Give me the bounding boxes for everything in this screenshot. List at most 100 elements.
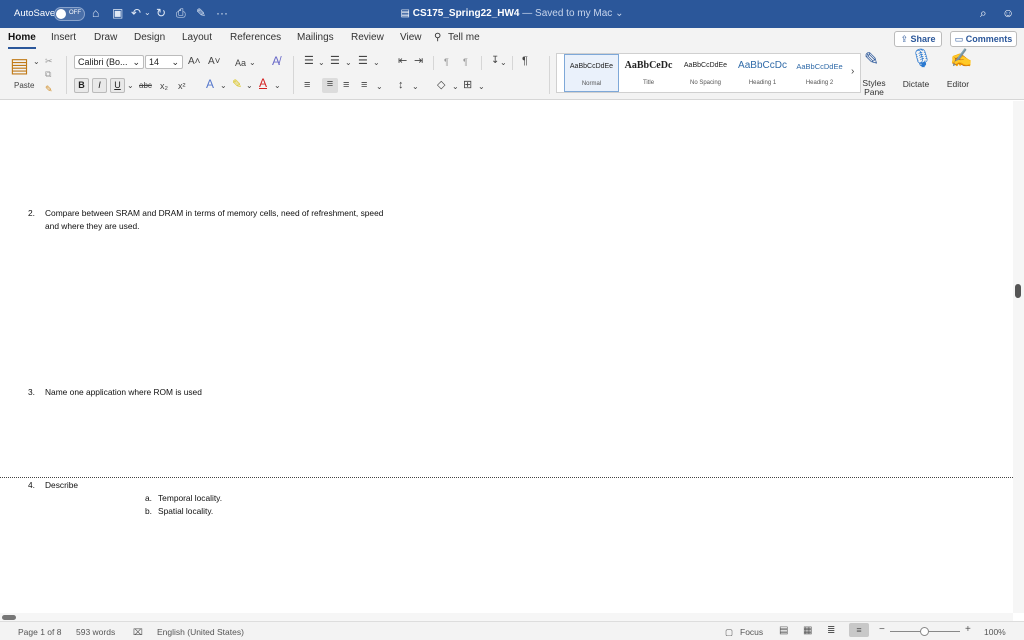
change-case-button[interactable]: Aa (235, 57, 246, 69)
dictate-label[interactable]: Dictate (900, 79, 932, 89)
styles-pane-icon[interactable]: ✎ (864, 50, 879, 68)
copy-icon[interactable]: ⧉ (45, 68, 51, 80)
sort-icon[interactable]: ↧ (491, 55, 499, 67)
tab-review[interactable]: Review (351, 32, 384, 43)
web-layout-icon[interactable]: ≣ (827, 625, 835, 636)
proofing-icon[interactable]: ⌧ (133, 627, 143, 638)
search-icon[interactable]: ⌕ (980, 6, 987, 21)
tab-draw[interactable]: Draw (94, 32, 117, 43)
page-break (0, 477, 1013, 478)
chevron-down-icon[interactable]: ⌄ (345, 57, 352, 69)
vertical-scrollbar[interactable] (1013, 101, 1024, 613)
account-icon[interactable]: ☺ (1002, 6, 1014, 20)
tab-design[interactable]: Design (134, 32, 165, 43)
tab-layout[interactable]: Layout (182, 32, 212, 43)
styles-pane-label[interactable]: Styles Pane (858, 79, 890, 97)
chevron-right-icon[interactable]: › (851, 66, 854, 78)
style-no-spacing[interactable]: AaBbCcDdEe No Spacing (678, 54, 733, 92)
horizontal-scrollbar[interactable] (0, 613, 1013, 621)
zoom-level[interactable]: 100% (984, 627, 1006, 637)
align-left-icon[interactable]: ≡ (304, 79, 310, 91)
outline-view-icon[interactable]: ≡ (849, 623, 869, 637)
subscript-button[interactable]: x₂ (160, 80, 168, 92)
align-right-icon[interactable]: ≡ (343, 79, 349, 91)
superscript-button[interactable]: x² (178, 80, 186, 92)
numbering-icon[interactable]: ☰ (330, 55, 340, 67)
shrink-font-button[interactable]: A˅ (208, 56, 221, 68)
tab-view[interactable]: View (400, 32, 422, 43)
horizontal-scroll-thumb[interactable] (2, 615, 16, 620)
question-3-number: 3. (28, 387, 35, 397)
document-canvas[interactable] (0, 101, 1013, 613)
strikethrough-button[interactable]: abc (139, 80, 152, 92)
format-painter-icon[interactable]: ✎ (45, 83, 53, 95)
text-effects-icon[interactable]: A (206, 78, 214, 90)
document-icon: ▤ (400, 8, 413, 19)
show-marks-icon[interactable]: ¶ (522, 55, 528, 67)
line-spacing-icon[interactable]: ↕ (398, 79, 404, 91)
font-size-select[interactable]: 14 ⌄ (145, 55, 183, 69)
justify-icon[interactable]: ≡ (361, 79, 367, 91)
style-normal[interactable]: AaBbCcDdEe Normal (564, 54, 619, 92)
chevron-down-icon[interactable]: ⌄ (376, 81, 383, 93)
zoom-slider-knob[interactable] (920, 627, 929, 636)
editor-icon[interactable]: ✍ (950, 49, 972, 67)
bold-button[interactable]: B (74, 78, 89, 93)
highlight-icon[interactable]: ✎ (232, 78, 242, 90)
italic-button[interactable]: I (92, 78, 107, 93)
page-count[interactable]: Page 1 of 8 (18, 627, 61, 637)
chevron-down-icon[interactable]: ⌄ (500, 57, 507, 69)
zoom-in-button[interactable]: + (965, 624, 971, 635)
increase-indent-icon[interactable]: ⇥ (414, 55, 423, 67)
chevron-down-icon[interactable]: ⌄ (478, 81, 485, 93)
focus-label[interactable]: Focus (740, 627, 763, 637)
tab-mailings[interactable]: Mailings (297, 32, 334, 43)
clear-formatting-icon[interactable]: A̸ (272, 55, 280, 67)
chevron-down-icon[interactable]: ⌄ (249, 57, 256, 69)
ltr-icon[interactable]: ¶ (444, 56, 449, 68)
decrease-indent-icon[interactable]: ⇤ (398, 55, 407, 67)
language[interactable]: English (United States) (157, 627, 244, 637)
style-title[interactable]: AaBbCeDc Title (621, 54, 676, 92)
chevron-down-icon[interactable]: ⌄ (274, 80, 281, 92)
style-heading-1[interactable]: AaBbCcDc Heading 1 (735, 54, 790, 92)
chevron-down-icon[interactable]: ⌄ (246, 80, 253, 92)
read-mode-icon[interactable]: ▤ (779, 625, 788, 636)
font-color-icon[interactable]: A (259, 77, 267, 89)
tab-references[interactable]: References (230, 32, 281, 43)
tab-home[interactable]: Home (8, 32, 36, 49)
shading-icon[interactable]: ◇ (437, 79, 445, 91)
paste-icon[interactable]: ▤ (10, 55, 29, 77)
chevron-down-icon[interactable]: ⌄ (615, 8, 623, 19)
multilevel-list-icon[interactable]: ☰ (358, 55, 368, 67)
underline-button[interactable]: U (110, 78, 125, 93)
vertical-scroll-thumb[interactable] (1015, 284, 1021, 298)
align-center-icon[interactable]: ≡ (322, 78, 338, 93)
paste-dropdown-icon[interactable]: ⌄ (33, 56, 40, 68)
chevron-down-icon[interactable]: ⌄ (412, 81, 419, 93)
cut-icon[interactable]: ✂ (45, 55, 53, 67)
tell-me-field[interactable]: Tell me (448, 32, 480, 43)
chevron-down-icon[interactable]: ⌄ (127, 80, 134, 92)
style-heading-2[interactable]: AaBbCcDdEe Heading 2 (792, 54, 847, 92)
chevron-down-icon[interactable]: ⌄ (220, 80, 227, 92)
editor-label[interactable]: Editor (942, 79, 974, 89)
print-layout-icon[interactable]: ▦ (803, 625, 812, 636)
chevron-down-icon[interactable]: ⌄ (318, 57, 325, 69)
share-button[interactable]: ⇪ Share (894, 31, 942, 47)
chevron-down-icon[interactable]: ⌄ (452, 81, 459, 93)
zoom-out-button[interactable]: − (879, 624, 885, 635)
borders-icon[interactable]: ⊞ (463, 79, 472, 91)
grow-font-button[interactable]: A˄ (188, 56, 201, 68)
bullets-icon[interactable]: ☰ (304, 55, 314, 67)
comments-button[interactable]: ▭ Comments (950, 31, 1017, 47)
word-count[interactable]: 593 words (76, 627, 115, 637)
rtl-icon[interactable]: ¶ (463, 56, 468, 68)
tab-insert[interactable]: Insert (51, 32, 76, 43)
font-name-select[interactable]: Calibri (Bo... ⌄ (74, 55, 144, 69)
chevron-down-icon[interactable]: ⌄ (373, 57, 380, 69)
share-icon: ⇪ (900, 34, 911, 44)
focus-icon[interactable]: ▢ (725, 627, 733, 638)
microphone-icon[interactable]: 🎙 (910, 49, 933, 67)
question-2-line-1: Compare between SRAM and DRAM in terms o… (45, 208, 384, 218)
